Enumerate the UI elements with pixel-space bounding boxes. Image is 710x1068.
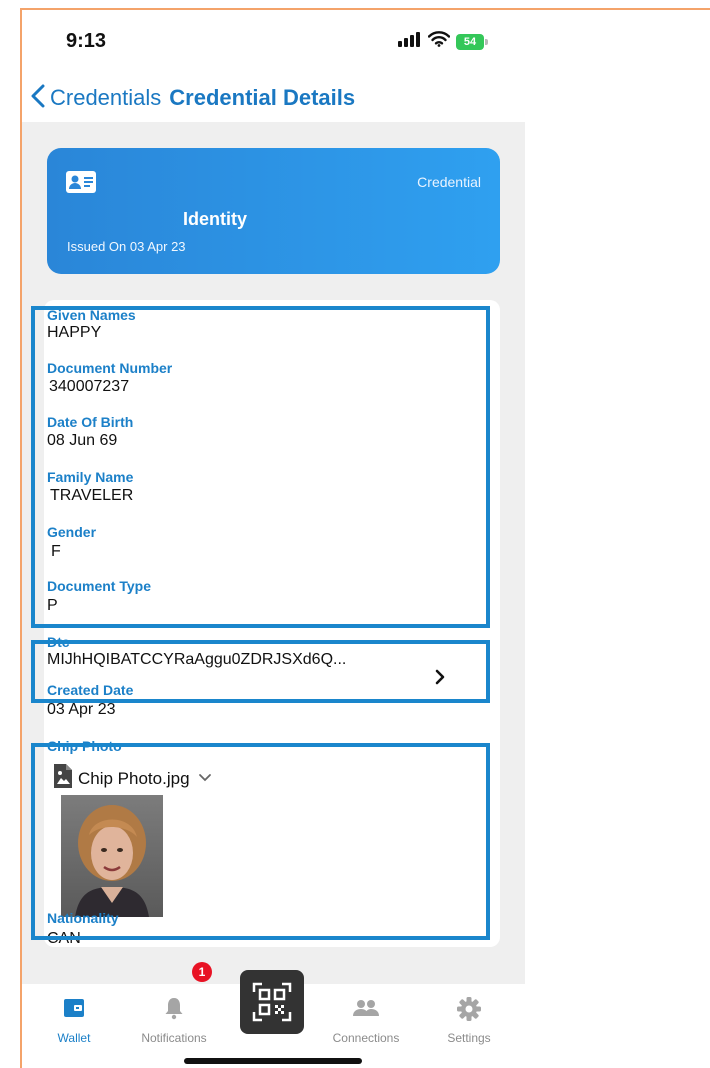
back-button[interactable]: Credentials	[30, 84, 161, 113]
chevron-right-icon[interactable]	[434, 668, 446, 691]
credential-card[interactable]: Credential Identity Issued On 03 Apr 23	[47, 148, 500, 274]
status-bar: 9:13 54	[22, 10, 525, 72]
field-value-dtc: MIJhHQIBATCCYRaAggu0ZDRJSXd6Q...	[47, 651, 347, 668]
field-value-given-names: HAPPY	[47, 324, 102, 341]
field-label-given-names: Given Names	[47, 307, 136, 323]
phone-screen: 9:13 54 Credentials Credential Details C…	[22, 10, 525, 1068]
signal-icon	[398, 31, 422, 52]
tab-wallet[interactable]: Wallet	[24, 984, 124, 1054]
tab-settings[interactable]: Settings	[419, 984, 519, 1054]
tab-notifications[interactable]: Notifications	[124, 984, 224, 1054]
credential-title: Identity	[182, 209, 247, 229]
field-label-dtc: Dtc	[47, 634, 70, 650]
qr-scan-button[interactable]	[240, 970, 304, 1034]
page-title: Credential Details	[169, 85, 356, 110]
gear-icon	[456, 996, 482, 1027]
field-value-nationality: CAN	[47, 930, 81, 947]
tab-label-settings: Settings	[447, 1031, 491, 1045]
status-icons: 54	[398, 31, 488, 52]
field-value-gender: F	[51, 543, 61, 560]
status-time: 9:13	[66, 30, 107, 52]
people-icon	[352, 996, 380, 1025]
field-label-document-number: Document Number	[47, 360, 173, 376]
battery-icon: 54	[456, 33, 488, 50]
field-label-family-name: Family Name	[47, 469, 134, 485]
tab-label-connections: Connections	[332, 1031, 400, 1045]
chip-photo-image	[61, 795, 163, 917]
chevron-down-icon[interactable]	[198, 770, 212, 788]
image-file-icon	[52, 763, 74, 794]
credential-issued-date: Issued On 03 Apr 23	[67, 239, 186, 254]
field-value-document-number: 340007237	[49, 378, 130, 395]
field-label-chip-photo: Chip Photo	[47, 738, 122, 754]
field-label-document-type: Document Type	[47, 578, 151, 594]
home-indicator	[184, 1058, 362, 1064]
bell-icon	[162, 996, 186, 1025]
tab-connections[interactable]: Connections	[316, 984, 416, 1054]
chip-photo-file[interactable]: Chip Photo.jpg	[52, 763, 212, 794]
back-label: Credentials	[50, 85, 162, 110]
field-value-family-name: TRAVELER	[50, 487, 134, 504]
chip-photo-filename: Chip Photo.jpg	[78, 768, 190, 788]
field-value-document-type: P	[47, 597, 58, 614]
wifi-icon	[427, 31, 451, 52]
chevron-left-icon	[30, 84, 46, 113]
field-label-gender: Gender	[47, 524, 97, 540]
field-label-nationality: Nationality	[47, 910, 119, 926]
credential-type-label: Credential	[417, 174, 481, 190]
field-label-date-of-birth: Date Of Birth	[47, 414, 134, 430]
battery-level: 54	[456, 33, 484, 50]
field-value-date-of-birth: 08 Jun 69	[47, 432, 118, 449]
battery-cap	[485, 38, 488, 45]
field-value-created-date: 03 Apr 23	[47, 701, 116, 718]
tab-label-wallet: Wallet	[57, 1031, 91, 1045]
qr-scan-icon	[252, 982, 292, 1027]
notification-badge: 1	[192, 962, 212, 982]
tab-label-notifications: Notifications	[141, 1031, 207, 1045]
id-card-icon	[66, 171, 96, 198]
wallet-icon	[62, 996, 86, 1025]
navigation-bar: Credentials Credential Details	[22, 76, 525, 120]
field-label-created-date: Created Date	[47, 682, 134, 698]
